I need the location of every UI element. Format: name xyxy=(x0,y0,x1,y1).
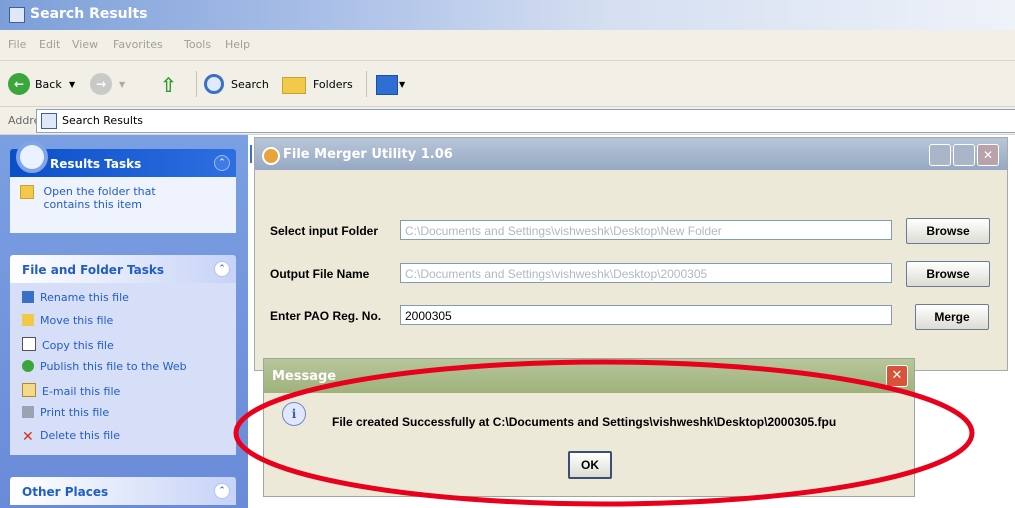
red-highlight-ring xyxy=(233,359,975,507)
annotation-ellipse xyxy=(233,359,975,507)
